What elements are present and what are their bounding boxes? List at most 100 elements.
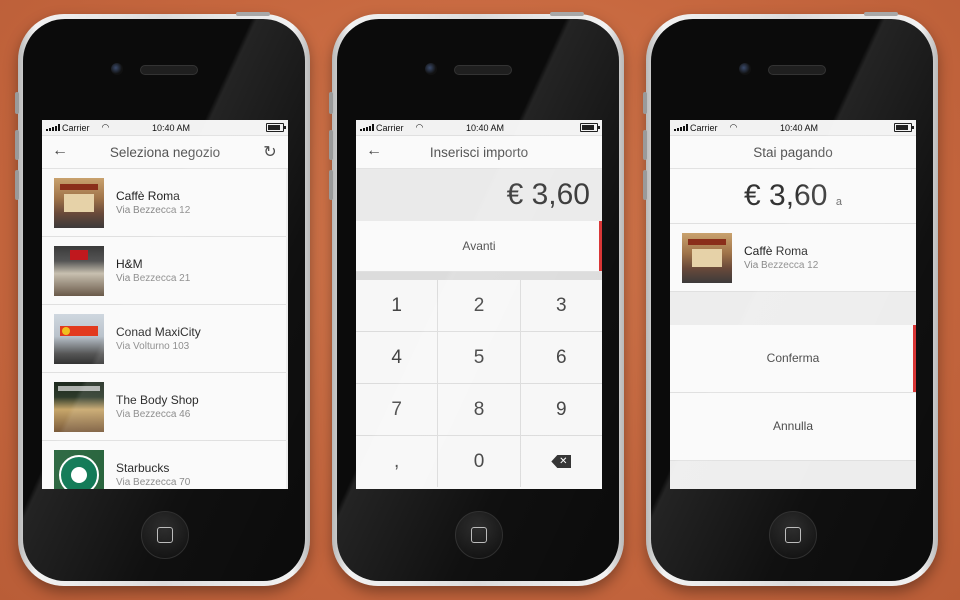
key-2[interactable]: 2 xyxy=(438,280,520,331)
page-title: Stai pagando xyxy=(753,144,833,160)
battery-icon xyxy=(266,123,286,132)
selected-store: Caffè Roma Via Bezzecca 12 xyxy=(670,224,916,292)
store-list: Caffè Roma Via Bezzecca 12 H&M Via Bezze… xyxy=(42,169,288,489)
volume-up-button xyxy=(643,130,647,160)
key-backspace[interactable]: ✕ xyxy=(520,436,602,487)
front-camera xyxy=(739,63,751,75)
status-time: 10:40 AM xyxy=(465,122,505,133)
store-address: Via Volturno 103 xyxy=(116,341,190,352)
earpiece-speaker xyxy=(768,65,826,75)
phone-bezel: Carrier ◠ 10:40 AM Stai pagando € 3,60 a xyxy=(651,19,933,581)
phone-bezel: Carrier ◠ 10:40 AM ← Inserisci importo €… xyxy=(337,19,619,581)
status-time: 10:40 AM xyxy=(151,122,191,133)
volume-down-button xyxy=(15,170,19,200)
home-button[interactable] xyxy=(141,511,189,559)
refresh-icon[interactable]: ↻ xyxy=(260,142,280,162)
store-address: Via Bezzecca 12 xyxy=(116,205,191,216)
next-button[interactable]: Avanti xyxy=(356,221,602,272)
phone-bezel: Carrier ◠ 10:40 AM ← Seleziona negozio ↻ xyxy=(23,19,305,581)
battery-icon xyxy=(580,123,600,132)
key-8[interactable]: 8 xyxy=(438,384,520,435)
volume-up-button xyxy=(15,130,19,160)
mute-switch xyxy=(15,92,19,114)
key-7[interactable]: 7 xyxy=(356,384,438,435)
back-arrow-icon[interactable]: ← xyxy=(364,142,384,160)
cancel-button[interactable]: Annulla xyxy=(670,393,916,461)
volume-down-button xyxy=(643,170,647,200)
store-name: The Body Shop xyxy=(116,393,199,407)
store-item-caffe-roma[interactable]: Caffè Roma Via Bezzecca 12 xyxy=(42,169,286,237)
key-9[interactable]: 9 xyxy=(520,384,602,435)
key-comma[interactable]: , xyxy=(356,436,438,487)
backspace-icon: ✕ xyxy=(551,455,572,468)
store-address: Via Bezzecca 70 xyxy=(116,477,191,488)
store-item-conad[interactable]: Conad MaxiCity Via Volturno 103 xyxy=(42,305,286,373)
key-3[interactable]: 3 xyxy=(520,280,602,331)
phone-store-select: Carrier ◠ 10:40 AM ← Seleziona negozio ↻ xyxy=(15,12,310,586)
volume-down-button xyxy=(329,170,333,200)
power-button xyxy=(864,12,898,16)
screen: Carrier ◠ 10:40 AM ← Inserisci importo €… xyxy=(356,120,602,489)
front-camera xyxy=(425,63,437,75)
status-time: 10:40 AM xyxy=(779,122,819,133)
accent-marker xyxy=(599,221,602,271)
signal-icon xyxy=(360,124,374,131)
store-name: Conad MaxiCity xyxy=(116,325,201,339)
footer-area xyxy=(670,461,916,489)
signal-icon xyxy=(674,124,688,131)
screen: Carrier ◠ 10:40 AM ← Seleziona negozio ↻ xyxy=(42,120,288,489)
store-address: Via Bezzecca 21 xyxy=(116,273,191,284)
mute-switch xyxy=(329,92,333,114)
nav-bar: ← Seleziona negozio ↻ xyxy=(42,136,288,169)
power-button xyxy=(236,12,270,16)
key-4[interactable]: 4 xyxy=(356,332,438,383)
earpiece-speaker xyxy=(454,65,512,75)
status-bar: Carrier ◠ 10:40 AM xyxy=(42,120,288,136)
store-item-hm[interactable]: H&M Via Bezzecca 21 xyxy=(42,237,286,305)
nav-bar: ← Inserisci importo xyxy=(356,136,602,169)
amount-display: € 3,60 xyxy=(356,169,602,221)
carrier-label: Carrier xyxy=(690,122,718,133)
numeric-keypad: 1 2 3 4 5 6 7 8 9 , 0 ✕ xyxy=(356,272,602,487)
wifi-icon: ◠ xyxy=(415,122,424,132)
store-address: Via Bezzecca 46 xyxy=(116,409,191,420)
amount-value: € 3,60 xyxy=(744,179,828,212)
store-item-starbucks[interactable]: Starbucks Via Bezzecca 70 xyxy=(42,441,286,489)
accent-marker xyxy=(913,325,916,392)
store-item-body-shop[interactable]: The Body Shop Via Bezzecca 46 xyxy=(42,373,286,441)
mute-switch xyxy=(643,92,647,114)
home-button[interactable] xyxy=(769,511,817,559)
carrier-label: Carrier xyxy=(62,122,90,133)
amount-display: € 3,60 a xyxy=(670,169,916,224)
front-camera xyxy=(111,63,123,75)
key-1[interactable]: 1 xyxy=(356,280,438,331)
next-button-label: Avanti xyxy=(462,239,496,253)
store-name: Caffè Roma xyxy=(116,189,180,203)
store-photo-hm xyxy=(54,245,104,296)
phone-amount-entry: Carrier ◠ 10:40 AM ← Inserisci importo €… xyxy=(329,12,624,586)
store-photo-starbucks xyxy=(54,449,104,489)
store-photo-caffe-roma xyxy=(682,232,732,283)
store-photo-conad xyxy=(54,313,104,364)
store-name: Starbucks xyxy=(116,461,170,475)
nav-bar: Stai pagando xyxy=(670,136,916,169)
key-6[interactable]: 6 xyxy=(520,332,602,383)
status-bar: Carrier ◠ 10:40 AM xyxy=(670,120,916,136)
key-0[interactable]: 0 xyxy=(438,436,520,487)
store-photo-body-shop xyxy=(54,381,104,432)
page-title: Inserisci importo xyxy=(429,144,529,160)
home-button[interactable] xyxy=(455,511,503,559)
wifi-icon: ◠ xyxy=(729,122,738,132)
cancel-button-label: Annulla xyxy=(772,419,814,433)
screen: Carrier ◠ 10:40 AM Stai pagando € 3,60 a xyxy=(670,120,916,489)
key-5[interactable]: 5 xyxy=(438,332,520,383)
signal-icon xyxy=(46,124,60,131)
volume-up-button xyxy=(329,130,333,160)
store-name: Caffè Roma xyxy=(744,244,808,258)
back-arrow-icon[interactable]: ← xyxy=(50,142,70,160)
carrier-label: Carrier xyxy=(376,122,404,133)
confirm-button[interactable]: Conferma xyxy=(670,325,916,393)
page-title: Seleziona negozio xyxy=(109,144,221,160)
confirm-button-label: Conferma xyxy=(766,351,820,365)
battery-icon xyxy=(894,123,914,132)
